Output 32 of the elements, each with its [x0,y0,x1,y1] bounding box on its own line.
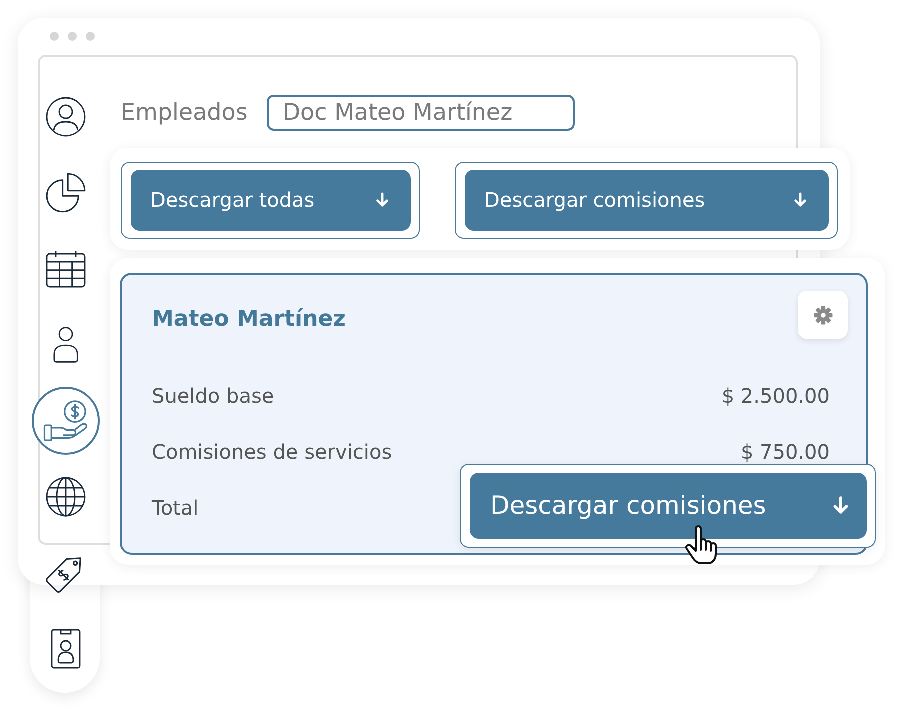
settings-button[interactable] [798,291,848,339]
settings-icon [814,306,832,324]
arrow-down-icon [832,496,848,515]
row-value: $ 2.500.00 [722,385,830,407]
sidebar-item[interactable] [46,97,86,137]
id-badge-icon [51,629,81,669]
user-circle-icon [46,97,86,137]
sidebar-item[interactable] [51,629,81,669]
window-dot-icon [50,32,59,41]
person-icon [53,325,79,365]
hand-coin-icon [43,400,89,442]
window-dot-icon [86,32,95,41]
row-label: Total [152,497,199,519]
download-button[interactable]: Descargar comisiones [464,170,828,230]
employee-search-field[interactable]: Doc Mateo Martínez [266,95,575,131]
row-label: Sueldo base [152,385,274,407]
arrow-down-icon [794,192,806,208]
sidebar-item[interactable] [46,173,86,213]
employee-name: Mateo Martínez [152,306,346,334]
download-button[interactable]: Descargar comisiones [470,472,866,538]
employees-label: Empleados [121,100,248,126]
sidebar-item[interactable] [53,325,79,365]
window-dot-icon [68,32,77,41]
globe-icon [46,477,86,517]
row-value: $ 750.00 [740,441,830,463]
download-button[interactable]: Descargar todas [130,170,410,230]
row-label: Comisiones de servicios [152,441,392,463]
sidebar-item[interactable] [46,250,86,288]
calendar-icon [46,250,86,288]
arrow-down-icon [376,192,388,208]
pie-chart-icon [46,173,86,213]
sidebar-item[interactable] [46,477,86,517]
